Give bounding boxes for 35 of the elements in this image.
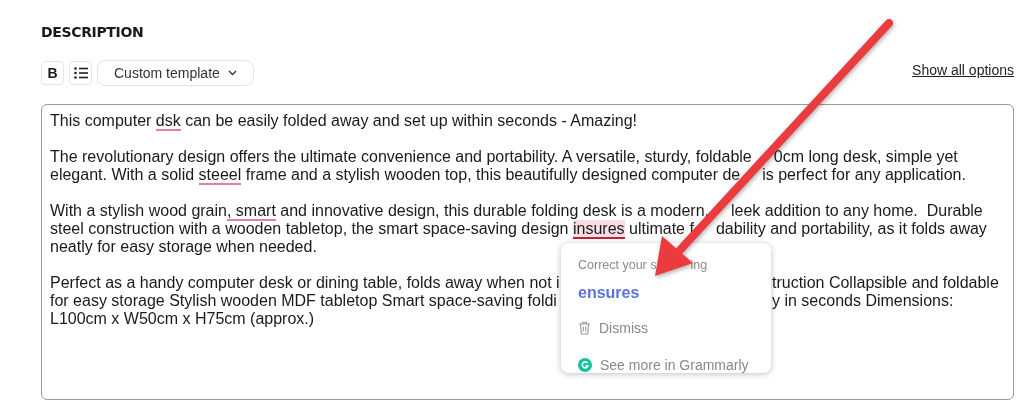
body-text: 0cm long desk, simple yet xyxy=(773,148,958,165)
grammarly-link[interactable]: See more in Grammarly xyxy=(578,354,749,376)
body-text: The revolutionary design offers the ultimate convenience and portability. A versatile, sturdy, foldable xyxy=(50,148,752,165)
suggestion-button[interactable]: ensures xyxy=(578,280,640,305)
body-text: for easy storage Stylish wooden MDF tabletop Smart space-saving foldi xyxy=(50,292,557,309)
dismiss-button[interactable]: Dismiss xyxy=(578,317,648,339)
body-text: Perfect as a handy computer desk or dining table, folds away when not i xyxy=(50,274,560,291)
bold-button[interactable]: B xyxy=(41,61,64,85)
body-text: leek addition to any home. Durable xyxy=(731,202,983,219)
popup-title: ing xyxy=(690,257,708,274)
misspelled-word[interactable]: , smart xyxy=(226,202,276,221)
body-text: dability and portability, as it folds away xyxy=(715,220,987,237)
body-text: frame and a stylish wooden top, this beautifully designed computer de xyxy=(244,166,741,183)
body-text: elegant. With a solid xyxy=(50,166,196,183)
section-heading: DESCRIPTION xyxy=(41,23,144,42)
misspelled-word[interactable]: dsk xyxy=(155,112,181,131)
body-text: can be easily folded away and set up within seconds - Amazing! xyxy=(184,112,637,129)
body-text: L100cm x W50cm x H75cm (approx.) xyxy=(50,310,315,327)
bulleted-list-button[interactable] xyxy=(69,61,92,85)
body-text: This computer xyxy=(50,112,153,129)
list-icon xyxy=(73,67,88,79)
template-dropdown[interactable]: Custom template xyxy=(97,60,254,86)
body-text: With a stylish wood grain xyxy=(50,202,227,219)
body-text: steel construction with a wooden tabletop, the smart space-saving design xyxy=(50,220,570,237)
body-text: neatly for easy storage when needed. xyxy=(50,238,317,255)
body-text: truction Collapsible and foldable xyxy=(772,274,999,291)
chevron-down-icon xyxy=(227,70,237,76)
show-all-options-link[interactable]: Show all options xyxy=(912,59,1014,81)
popup-title: Correct your s xyxy=(578,257,657,274)
trash-icon xyxy=(578,321,591,336)
body-text: and innovative design, this durable folding desk is a modern, xyxy=(279,202,709,219)
body-text: y in seconds Dimensions: xyxy=(772,292,954,309)
misspelled-word[interactable]: steeel xyxy=(198,166,242,185)
body-text: is perfect for any application. xyxy=(762,166,966,183)
highlighted-misspelled-word[interactable]: insures xyxy=(572,220,625,239)
